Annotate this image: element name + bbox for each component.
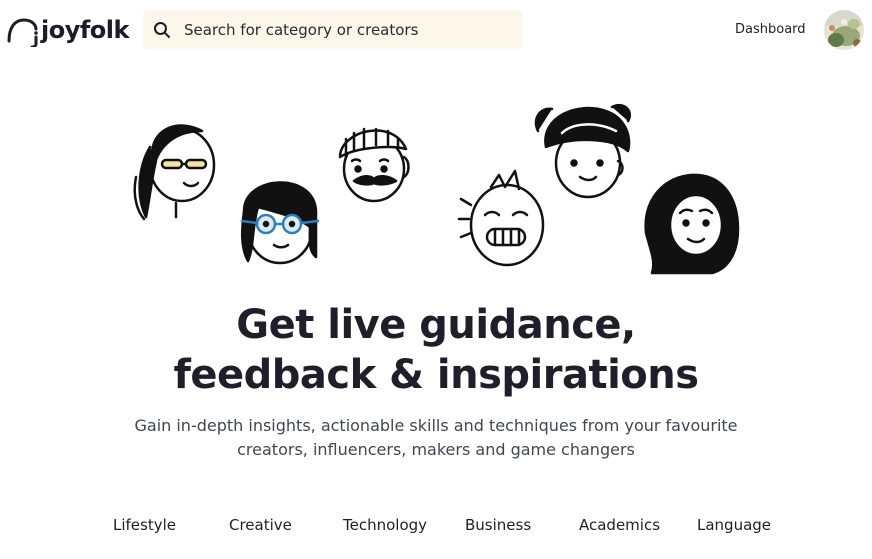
hero-subtitle: Gain in-depth insights, actionable skill… — [0, 414, 872, 462]
category-lifestyle[interactable]: Lifestyle — [113, 516, 176, 534]
creator-face-6 — [644, 173, 740, 275]
search-bar[interactable] — [143, 10, 522, 49]
hero-headline: Get live guidance, feedback & inspiratio… — [0, 300, 872, 400]
category-business[interactable]: Business — [465, 516, 531, 534]
hero-headline-line2: feedback & inspirations — [173, 352, 699, 398]
hero-subtitle-line1: Gain in-depth insights, actionable skill… — [134, 416, 738, 435]
creators-illustration — [120, 95, 740, 279]
category-creative[interactable]: Creative — [229, 516, 292, 534]
top-nav: joyfolk Dashboard — [0, 0, 872, 62]
category-technology[interactable]: Technology — [343, 516, 427, 534]
creator-face-1 — [133, 124, 216, 221]
dashboard-link[interactable]: Dashboard — [735, 22, 806, 37]
hero-headline-line1: Get live guidance, — [236, 302, 636, 348]
creator-face-2 — [240, 181, 320, 265]
search-input[interactable] — [182, 19, 506, 40]
avatar[interactable] — [824, 10, 864, 50]
category-academics[interactable]: Academics — [579, 516, 660, 534]
logo-mark-icon — [7, 18, 38, 47]
creator-face-5 — [534, 104, 631, 199]
creator-face-4 — [457, 169, 545, 267]
hero-subtitle-line2: creators, influencers, makers and game c… — [237, 440, 635, 459]
creator-face-3 — [338, 127, 410, 203]
category-language[interactable]: Language — [697, 516, 771, 534]
logo[interactable]: joyfolk — [6, 13, 129, 47]
search-icon — [152, 20, 172, 40]
logo-text: joyfolk — [41, 16, 129, 44]
